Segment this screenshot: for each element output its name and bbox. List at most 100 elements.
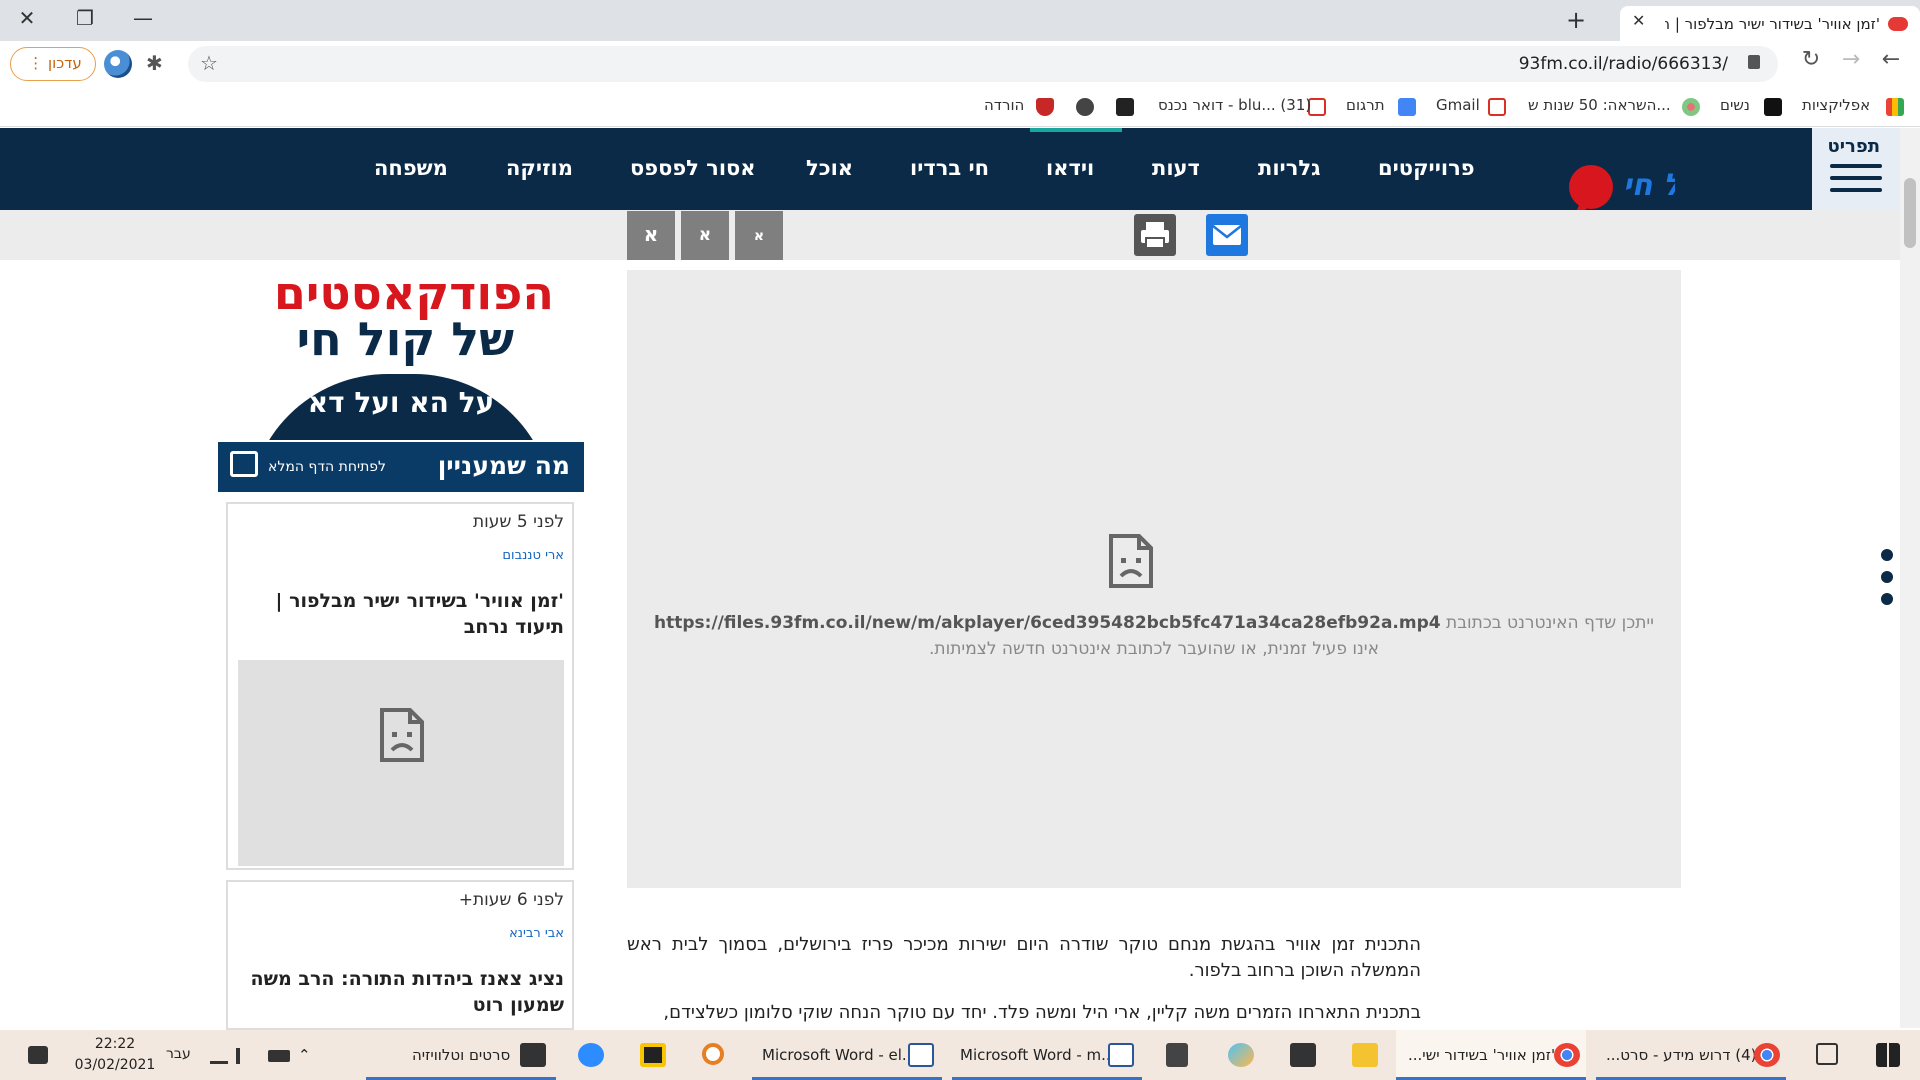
print-icon[interactable] bbox=[1134, 214, 1176, 256]
nav-family[interactable]: משפחה bbox=[374, 156, 448, 180]
word-doc-icon bbox=[1108, 1043, 1134, 1067]
article-paragraph: בתכנית התארחו הזמרים משה קליין, ארי היל … bbox=[663, 1002, 1421, 1023]
menu-label: תפריט bbox=[1827, 136, 1881, 157]
windows-start-icon[interactable] bbox=[1876, 1043, 1900, 1067]
battery-icon[interactable] bbox=[268, 1050, 290, 1062]
calculator-icon[interactable] bbox=[1166, 1043, 1188, 1067]
jc-site-icon bbox=[1116, 98, 1134, 116]
wifi-icon[interactable] bbox=[210, 1048, 228, 1064]
page-scrollbar[interactable] bbox=[1900, 128, 1920, 1028]
globe-icon bbox=[1076, 98, 1094, 116]
card-author[interactable]: אבי רבינא bbox=[509, 926, 564, 941]
font-size-small-button[interactable]: א bbox=[735, 211, 783, 260]
font-size-large-button[interactable]: א bbox=[627, 211, 675, 260]
windows-taskbar: 22:22 03/02/2021 עבר ⌃ סרטים וטלוויזיה Mi… bbox=[0, 1030, 1920, 1080]
system-clock[interactable]: 22:22 03/02/2021 bbox=[70, 1034, 160, 1076]
taskbar-chrome-active[interactable]: 'זמן אוויר' בשידור ישי... bbox=[1396, 1030, 1586, 1080]
card-title[interactable]: נציג צאנז ביהדות התורה: הרב משה שמעון רו… bbox=[244, 966, 564, 1018]
file-explorer-icon[interactable] bbox=[1352, 1043, 1378, 1067]
menu-button[interactable]: תפריט bbox=[1812, 128, 1900, 210]
word-doc-icon bbox=[908, 1043, 934, 1067]
tray-chevron-icon[interactable]: ⌃ bbox=[298, 1046, 311, 1064]
news-card[interactable]: לפני 5 שעות ארי טננבום 'זמן אוויר' בשידו… bbox=[226, 502, 574, 870]
video-error-message: ייתכן שדף האינטרנט בכתובת https://files.… bbox=[654, 613, 1654, 659]
share-dots-icon[interactable] bbox=[1881, 549, 1893, 561]
close-window-icon[interactable]: ✕ bbox=[12, 6, 42, 30]
nav-galleries[interactable]: גלריות bbox=[1258, 156, 1320, 180]
bookmark-star-icon[interactable]: ☆ bbox=[200, 51, 218, 75]
taskbar-word-1[interactable]: Microsoft Word - el... bbox=[752, 1030, 942, 1080]
external-link-icon[interactable] bbox=[230, 451, 258, 477]
scrollbar-thumb[interactable] bbox=[1904, 178, 1916, 248]
lock-icon[interactable] bbox=[1748, 55, 1760, 69]
s-site-icon bbox=[1764, 98, 1782, 116]
nav-opinions[interactable]: דעות bbox=[1152, 156, 1200, 180]
nav-music[interactable]: מוזיקה bbox=[506, 156, 573, 180]
news-card[interactable]: לפני 6 שעות+ אבי רבינא נציג צאנז ביהדות … bbox=[226, 880, 574, 1030]
back-icon[interactable]: ← bbox=[1876, 47, 1906, 72]
bookmark-apps[interactable]: אפליקציות bbox=[1802, 96, 1870, 114]
bookmark-inspiration[interactable]: השראה: 50 שנות ש... bbox=[1528, 96, 1671, 114]
video-error-url: https://files.93fm.co.il/new/m/akplayer/… bbox=[654, 613, 1441, 633]
profile-avatar[interactable] bbox=[104, 50, 132, 78]
nav-projects[interactable]: פרוייקטים bbox=[1378, 156, 1475, 180]
close-tab-icon[interactable]: ✕ bbox=[1632, 11, 1645, 30]
bookmark-inbox[interactable]: דואר נכנס - blu... (31) bbox=[1158, 96, 1311, 114]
browser-tab[interactable]: 'זמן אוויר' בשידור ישיר מבלפור | ה ✕ bbox=[1620, 6, 1920, 41]
share-dots-icon[interactable] bbox=[1881, 593, 1893, 605]
volume-icon[interactable] bbox=[236, 1048, 254, 1064]
bookmark-download[interactable]: הורדה bbox=[984, 96, 1024, 114]
tab-strip: ✕ ❐ — + 'זמן אוויר' בשידור ישיר מבלפור |… bbox=[0, 0, 1920, 41]
share-dots-icon[interactable] bbox=[1881, 571, 1893, 583]
podcast-banner[interactable]: הפודקאסטים של קול חי על הא ועל דא bbox=[218, 260, 584, 440]
taskbar-chrome-2[interactable]: (4) דרוש מידע - סרט... bbox=[1596, 1030, 1786, 1080]
notifications-icon[interactable] bbox=[28, 1046, 48, 1064]
search-magnifier-icon[interactable] bbox=[702, 1043, 724, 1065]
paint-icon[interactable] bbox=[1228, 1043, 1254, 1067]
bookmark-gmail[interactable]: Gmail bbox=[1436, 96, 1480, 114]
bookmark-women[interactable]: נשים bbox=[1720, 96, 1750, 114]
zoom-app-icon[interactable] bbox=[578, 1043, 604, 1067]
article-tools-strip bbox=[0, 210, 1900, 260]
card-time: לפני 6 שעות+ bbox=[458, 890, 564, 910]
nav-food[interactable]: אוכל bbox=[806, 156, 853, 180]
font-size-medium-button[interactable]: א bbox=[681, 211, 729, 260]
language-indicator[interactable]: עבר bbox=[166, 1046, 191, 1062]
extensions-icon[interactable]: ✱ bbox=[146, 51, 163, 75]
bookmark-translate[interactable]: תרגום bbox=[1346, 96, 1385, 114]
minimize-window-icon[interactable]: — bbox=[128, 6, 158, 30]
nav-live-radio[interactable]: חי ברדיו bbox=[910, 156, 989, 180]
forward-icon[interactable]: → bbox=[1836, 47, 1866, 72]
update-label: עדכון bbox=[48, 54, 82, 72]
site-favicon-icon bbox=[1888, 17, 1908, 31]
email-icon[interactable] bbox=[1206, 214, 1248, 256]
task-view-icon[interactable] bbox=[1816, 1043, 1838, 1065]
video-player-error[interactable]: ייתכן שדף האינטרנט בכתובת https://files.… bbox=[627, 270, 1681, 888]
open-full-page-link[interactable]: לפתיחת הדף המלא bbox=[268, 459, 386, 475]
hamburger-icon bbox=[1830, 164, 1882, 200]
new-tab-icon[interactable]: + bbox=[1566, 6, 1586, 34]
reload-icon[interactable]: ↻ bbox=[1796, 47, 1826, 72]
address-bar[interactable]: ☆ 93fm.co.il/radio/666313/ bbox=[188, 46, 1778, 82]
taskbar-label: 'זמן אוויר' בשידור ישי... bbox=[1408, 1046, 1556, 1064]
restore-window-icon[interactable]: ❐ bbox=[70, 6, 100, 30]
broken-page-icon bbox=[1109, 534, 1153, 588]
card-image-placeholder[interactable] bbox=[238, 660, 564, 866]
clock-date: 03/02/2021 bbox=[74, 1057, 156, 1073]
update-button[interactable]: ⋮ עדכון bbox=[10, 47, 96, 81]
site-navbar: פרוייקטים גלריות דעות וידאו חי ברדיו אוכ… bbox=[0, 128, 1900, 219]
taskbar-word-2[interactable]: Microsoft Word - m... bbox=[952, 1030, 1142, 1080]
camera-icon[interactable] bbox=[1290, 1043, 1316, 1067]
browser-toolbar: ⋮ עדכון ✱ ☆ 93fm.co.il/radio/666313/ ↻ →… bbox=[0, 41, 1920, 87]
sticky-notes-icon[interactable] bbox=[640, 1043, 666, 1067]
interest-header: מה שמעניין לפתיחת הדף המלא bbox=[218, 442, 584, 492]
card-title[interactable]: 'זמן אוויר' בשידור ישיר מבלפור | תיעוד נ… bbox=[244, 588, 564, 640]
kebab-icon: ⋮ bbox=[28, 54, 44, 72]
taskbar-movies-app[interactable]: סרטים וטלוויזיה bbox=[366, 1030, 556, 1080]
url-text[interactable]: 93fm.co.il/radio/666313/ bbox=[1519, 54, 1728, 74]
card-author[interactable]: ארי טננבום bbox=[502, 548, 564, 563]
podcast-title-line2: של קול חי bbox=[296, 312, 514, 366]
nav-video[interactable]: וידאו bbox=[1046, 156, 1094, 180]
broken-image-icon bbox=[380, 708, 424, 762]
nav-dont-miss[interactable]: אסור לפספס bbox=[630, 156, 756, 180]
